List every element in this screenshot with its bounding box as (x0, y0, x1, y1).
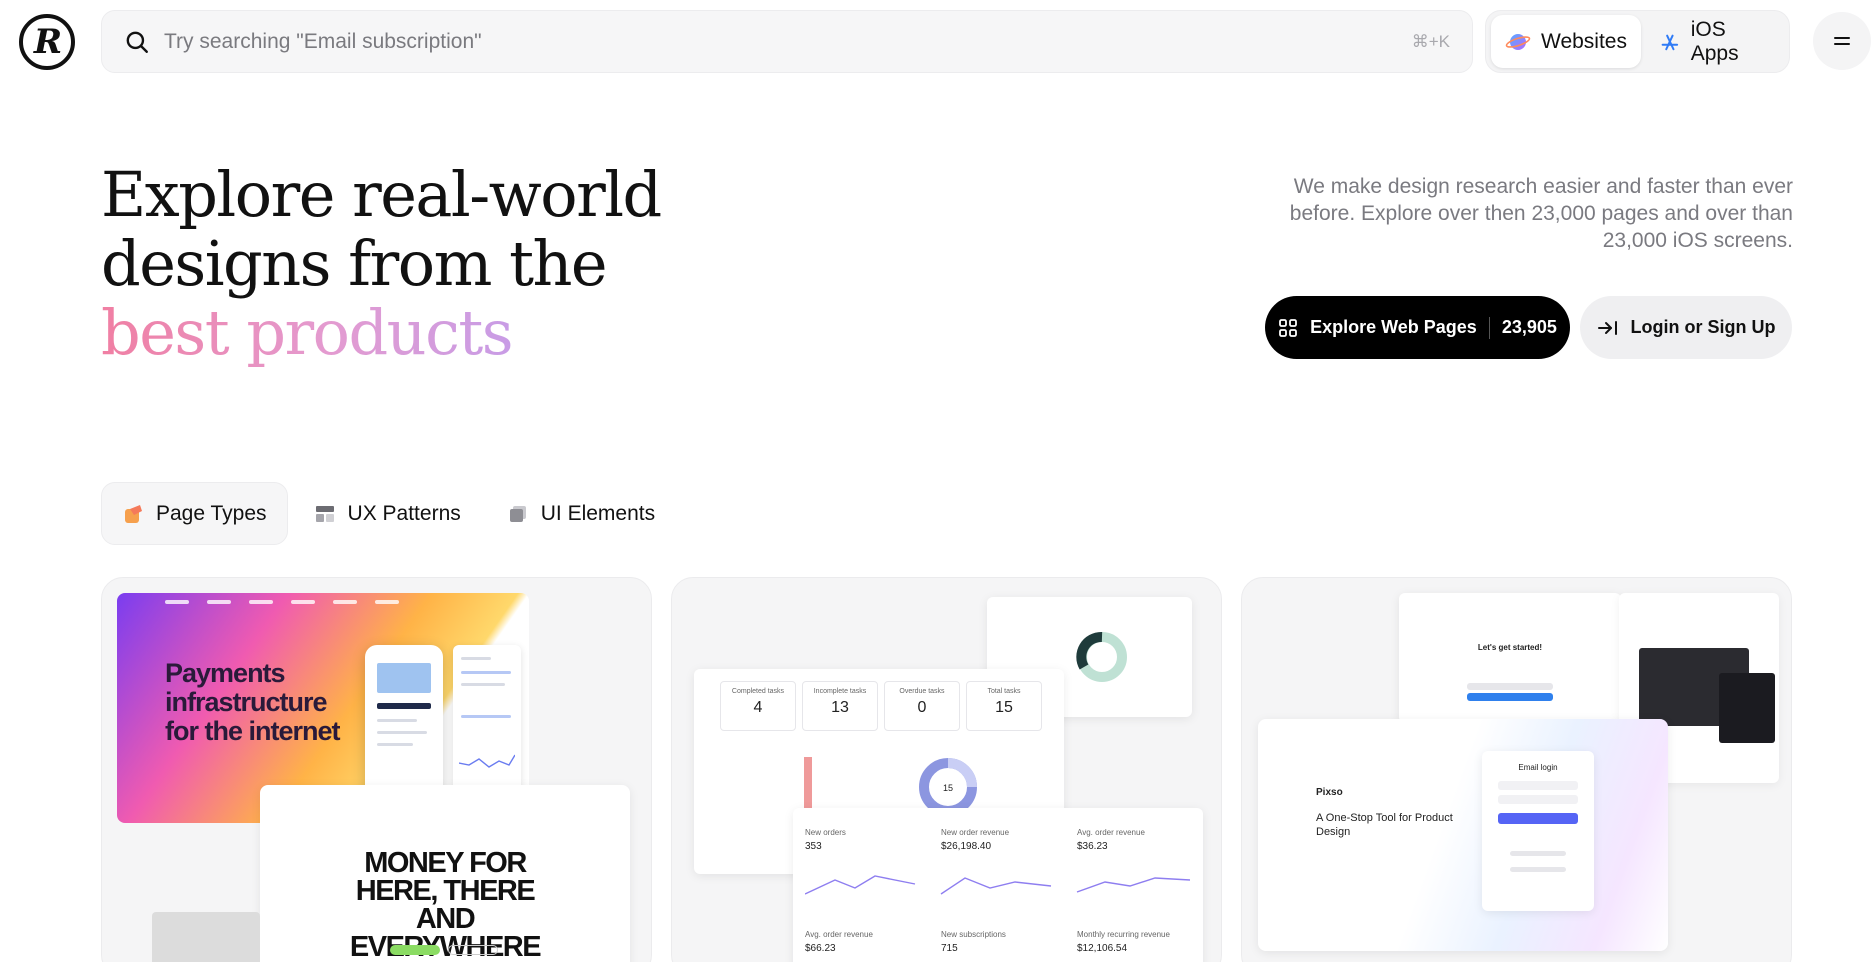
platform-switch: Websites iOS Apps (1485, 10, 1790, 73)
page-types-icon (125, 504, 142, 523)
platform-websites-button[interactable]: Websites (1491, 15, 1641, 68)
money-headline: MONEY FOR HERE, THERE AND EVERYWHERE (349, 847, 542, 962)
search-bar[interactable]: ⌘+K (101, 10, 1473, 73)
hero-title-highlight: best products (101, 296, 514, 369)
metric-tile: Avg. order revenue $66.23 (805, 930, 873, 954)
login-arrow-icon (1597, 320, 1617, 335)
explore-button-count: 23,905 (1501, 317, 1557, 337)
explore-button-label: Explore Web Pages (1310, 317, 1477, 337)
stat-card: Incomplete tasks 13 (802, 681, 878, 731)
thumbnail-outline-button (448, 945, 498, 955)
email-login-title: Email login (1518, 763, 1558, 772)
metric-tile: Avg. order revenue $36.23 (1077, 828, 1145, 852)
brand-logo[interactable]: R (19, 14, 75, 70)
ui-elements-icon (509, 505, 526, 522)
platform-ios-button[interactable]: iOS Apps (1645, 15, 1784, 68)
menu-icon (1834, 37, 1850, 45)
email-login-panel: Email login (1482, 751, 1594, 911)
metric-tile: Monthly recurring revenue $12,106.54 (1077, 930, 1170, 954)
login-button-label: Login or Sign Up (1630, 317, 1776, 337)
stripe-headline: Payments infrastructure for the internet (165, 658, 341, 746)
platform-websites-label: Websites (1541, 29, 1627, 53)
showcase-card-stripe[interactable]: Payments infrastructure for the internet… (101, 577, 652, 962)
metrics-thumbnail: New orders 353 New order revenue $26,198.4… (793, 808, 1203, 962)
ux-patterns-icon (315, 505, 334, 522)
hero-title: Explore real-world designs from the best… (101, 158, 662, 369)
showcase-card-dashboard[interactable]: Completed tasks 4 Incomplete tasks 13 Ov… (671, 577, 1222, 962)
tab-ux-patterns-label: UX Patterns (347, 501, 461, 525)
search-icon (126, 31, 148, 53)
stat-card: Total tasks 15 (966, 681, 1042, 731)
card-thumbnail-stamp (152, 912, 260, 962)
search-input[interactable] (164, 29, 1412, 54)
tab-ui-elements-label: UI Elements (540, 501, 656, 525)
metric-tile: New orders 353 (805, 828, 846, 852)
pixso-brand: Pixso (1316, 787, 1343, 798)
metric-tile: New order revenue $26,198.40 (941, 828, 1010, 852)
donut-center-value: 15 (943, 783, 953, 793)
tab-page-types-label: Page Types (156, 501, 267, 525)
incomplete-bar (804, 757, 812, 812)
stat-card: Overdue tasks 0 (884, 681, 960, 731)
cta-divider (1488, 316, 1490, 339)
tab-page-types[interactable]: Page Types (101, 482, 288, 545)
craft-signup-thumbnail: Let's get started! (1399, 593, 1621, 723)
showcase-card-pixso[interactable]: Let's get started! Pixso A One-Stop Tool… (1241, 577, 1792, 962)
craft-title: Let's get started! (1477, 643, 1543, 652)
tab-ui-elements[interactable]: UI Elements (487, 482, 675, 545)
logo-glyph: R (33, 22, 63, 62)
dashboard-mockup (453, 645, 521, 795)
tab-ux-patterns[interactable]: UX Patterns (294, 482, 481, 545)
globe-icon (1505, 33, 1531, 50)
search-shortcut: ⌘+K (1411, 31, 1450, 51)
stat-card: Completed tasks 4 (720, 681, 796, 731)
hero-description: We make design research easier and faste… (1289, 175, 1793, 252)
thumbnail-green-button (390, 945, 440, 955)
thumbnail-nav (165, 600, 525, 610)
explore-web-pages-button[interactable]: Explore Web Pages 23,905 (1265, 296, 1570, 359)
grid-icon (1279, 318, 1297, 337)
menu-button[interactable] (1813, 12, 1871, 70)
money-thumbnail: MONEY FOR HERE, THERE AND EVERYWHERE (260, 785, 630, 962)
pixso-thumbnail: Pixso A One-Stop Tool for Product Design… (1258, 719, 1668, 951)
login-signup-button[interactable]: Login or Sign Up (1580, 296, 1792, 359)
platform-ios-label: iOS Apps (1690, 17, 1739, 65)
pixso-tagline: A One-Stop Tool for Product Design (1316, 812, 1453, 838)
app-store-icon (1661, 34, 1679, 50)
hero-title-line2: designs from the (101, 227, 608, 300)
hero-title-line1: Explore real-world (101, 158, 662, 231)
phone-mockup (365, 645, 443, 803)
metric-tile: New subscriptions 715 (941, 930, 1006, 954)
category-tabs: Page Types UX Patterns UI Elements (101, 482, 675, 545)
